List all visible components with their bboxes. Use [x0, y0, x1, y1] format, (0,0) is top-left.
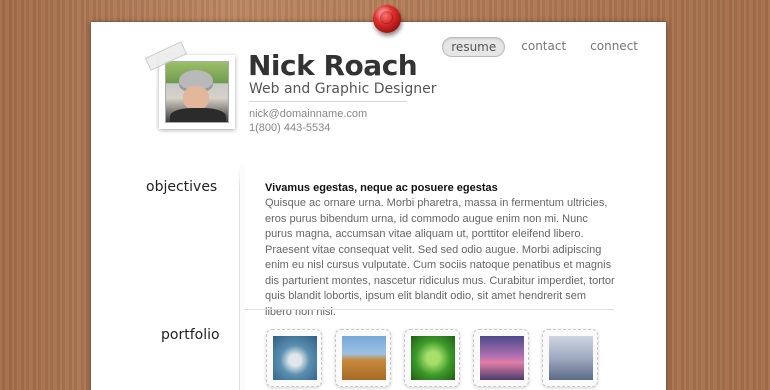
- email-text: nick@domainname.com: [249, 108, 368, 120]
- nav-contact-link[interactable]: contact: [513, 37, 574, 57]
- push-pin-icon: [373, 5, 401, 33]
- dandelion-image: [273, 336, 317, 380]
- pier-dock-image: [549, 336, 593, 380]
- photo-face: [183, 86, 209, 110]
- profile-photo-frame: [159, 55, 235, 129]
- green-leaves-image: [411, 336, 455, 380]
- portfolio-thumb-dandelion[interactable]: [266, 329, 322, 387]
- pin-head: [381, 12, 392, 23]
- photo-body: [170, 108, 226, 122]
- resume-paper: resume contact connect Nick Roach Web an…: [91, 22, 666, 390]
- section-label-portfolio: portfolio: [161, 327, 220, 343]
- content-column-edge: [239, 165, 240, 390]
- person-title: Web and Graphic Designer: [249, 81, 437, 97]
- portfolio-thumb-bridge[interactable]: [473, 329, 529, 387]
- objectives-text: Quisque ac ornare urna. Morbi pharetra, …: [265, 197, 615, 318]
- top-nav: resume contact connect: [442, 37, 646, 57]
- profile-photo: [165, 61, 229, 123]
- section-divider: [244, 309, 614, 310]
- portfolio-thumbnails: [266, 329, 598, 387]
- section-label-objectives: objectives: [146, 179, 218, 195]
- objectives-heading: Vivamus egestas, neque ac posuere egesta…: [265, 182, 498, 194]
- portfolio-thumb-wheat[interactable]: [335, 329, 391, 387]
- wheat-field-image: [342, 336, 386, 380]
- person-name: Nick Roach: [248, 49, 418, 82]
- bridge-sunset-image: [480, 336, 524, 380]
- portfolio-thumb-leaves[interactable]: [404, 329, 460, 387]
- nav-connect-link[interactable]: connect: [582, 37, 646, 57]
- phone-text: 1(800) 443-5534: [249, 122, 331, 134]
- nav-resume-link[interactable]: resume: [442, 37, 506, 57]
- portfolio-thumb-pier[interactable]: [542, 329, 598, 387]
- title-divider: [249, 101, 407, 102]
